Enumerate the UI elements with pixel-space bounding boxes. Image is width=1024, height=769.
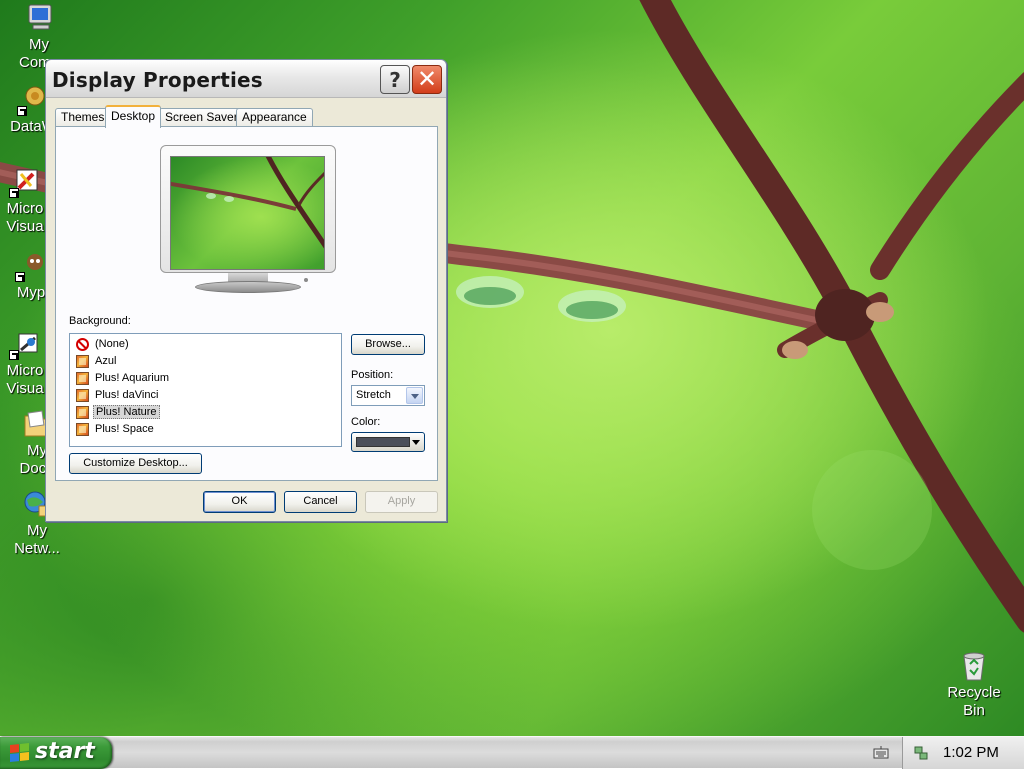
help-icon: ?	[389, 68, 401, 92]
start-label: start	[35, 739, 95, 764]
image-file-icon	[76, 406, 89, 419]
image-file-icon	[76, 355, 89, 368]
background-item-azul[interactable]: Azul	[70, 353, 341, 370]
list-item-label: Plus! daVinci	[95, 389, 159, 401]
windows-logo-icon	[10, 743, 30, 763]
desktop-tab-panel: Background: (None) Azul Plus! Aquarium P…	[55, 126, 438, 481]
customize-desktop-button[interactable]: Customize Desktop...	[69, 453, 202, 474]
dialog-title-bar[interactable]: Display Properties ? ✕	[46, 60, 446, 98]
color-picker-button[interactable]	[351, 432, 425, 452]
tab-themes[interactable]: Themes	[55, 108, 111, 127]
background-item-none[interactable]: (None)	[70, 336, 341, 353]
image-file-icon	[76, 372, 89, 385]
microsoft-visual-shortcut-icon	[9, 166, 41, 198]
list-item-label: (None)	[95, 338, 129, 350]
background-item-plus-aquarium[interactable]: Plus! Aquarium	[70, 370, 341, 387]
close-button[interactable]: ✕	[412, 65, 442, 94]
shortcut-arrow-icon	[9, 188, 19, 198]
close-icon: ✕	[416, 65, 438, 93]
myp-shortcut-icon	[15, 250, 47, 282]
ok-button[interactable]: OK	[203, 491, 276, 513]
position-value: Stretch	[356, 389, 391, 401]
network-connection-icon[interactable]	[913, 745, 929, 761]
tab-appearance[interactable]: Appearance	[236, 108, 313, 127]
help-button[interactable]: ?	[380, 65, 410, 94]
background-item-plus-davinci[interactable]: Plus! daVinci	[70, 387, 341, 404]
desktop-icon-label: My Netw...	[14, 522, 60, 557]
image-file-icon	[76, 389, 89, 402]
position-label: Position:	[351, 369, 394, 381]
my-computer-icon	[23, 2, 55, 34]
microsoft-visual-shortcut-icon	[9, 328, 41, 360]
tab-screen-saver[interactable]: Screen Saver	[159, 108, 244, 127]
color-label: Color:	[351, 416, 381, 428]
clock[interactable]: 1:02 PM	[943, 744, 999, 761]
color-swatch	[356, 437, 410, 447]
shortcut-arrow-icon	[17, 106, 27, 116]
desktop-icon-recycle-bin[interactable]: Recycle Bin	[937, 650, 1011, 720]
monitor-bezel	[160, 145, 336, 282]
keyboard-icon[interactable]	[873, 746, 889, 760]
none-icon	[76, 338, 89, 351]
dialog-title: Display Properties	[52, 68, 263, 92]
list-item-label: Plus! Nature	[93, 405, 160, 419]
power-light	[304, 278, 308, 282]
shortcut-arrow-icon	[9, 350, 19, 360]
display-properties-dialog[interactable]: Display Properties ? ✕ Themes Desktop Sc…	[45, 59, 447, 522]
preview-branch-image	[171, 157, 324, 249]
monitor-stand	[195, 281, 301, 293]
list-item-label: Azul	[95, 355, 117, 367]
list-item-label: Plus! Aquarium	[95, 372, 169, 384]
background-item-plus-space[interactable]: Plus! Space	[70, 421, 341, 438]
image-file-icon	[76, 423, 89, 436]
system-tray: 1:02 PM	[902, 737, 1024, 769]
start-button[interactable]: start	[0, 737, 112, 769]
background-list[interactable]: (None) Azul Plus! Aquarium Plus! daVinci…	[69, 333, 342, 447]
apply-button[interactable]: Apply	[365, 491, 438, 513]
chevron-down-icon	[410, 435, 422, 449]
chevron-down-icon[interactable]	[406, 387, 423, 404]
position-dropdown[interactable]: Stretch	[351, 385, 425, 406]
list-item-label: Plus! Space	[95, 423, 154, 435]
background-label: Background:	[69, 315, 131, 327]
monitor-preview	[160, 145, 336, 293]
taskbar: start 1:02 PM	[0, 736, 1024, 769]
background-item-plus-nature[interactable]: Plus! Nature	[70, 404, 341, 421]
desktop-icon-label: Recycle Bin	[947, 684, 1001, 719]
browse-button[interactable]: Browse...	[351, 334, 425, 355]
shortcut-arrow-icon	[15, 272, 25, 282]
recycle-bin-icon	[958, 650, 990, 682]
cancel-button[interactable]: Cancel	[284, 491, 357, 513]
wallpaper-preview-image	[170, 156, 325, 270]
tab-desktop[interactable]: Desktop	[105, 105, 162, 128]
